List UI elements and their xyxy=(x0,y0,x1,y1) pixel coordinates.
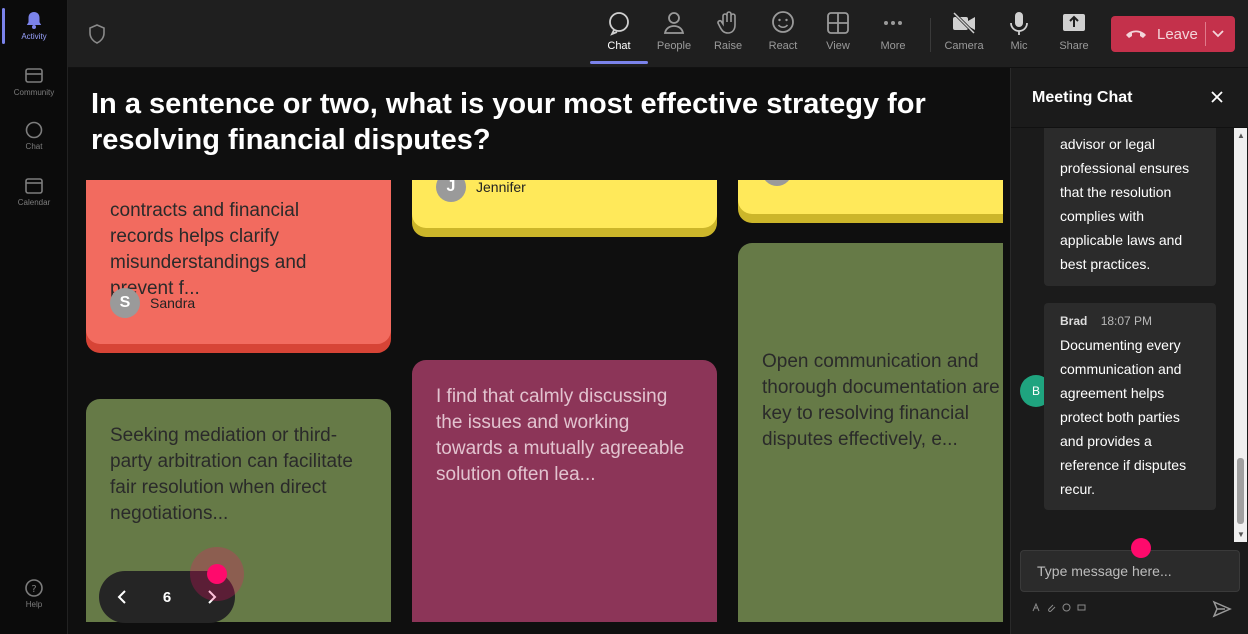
toolbar-chat-button[interactable]: Chat xyxy=(590,10,648,64)
raise-hand-icon xyxy=(717,11,736,34)
sticky-note[interactable]: contracts and financial records helps cl… xyxy=(86,180,391,344)
toolbar-mic-button[interactable]: Mic xyxy=(994,10,1044,52)
toolbar-label: People xyxy=(656,40,692,52)
rail-item-activity[interactable]: Activity xyxy=(0,10,68,41)
note-text: Open communication and thorough document… xyxy=(762,351,1000,450)
question-title: In a sentence or two, what is your most … xyxy=(91,88,926,156)
page-number: 6 xyxy=(162,588,172,606)
share-icon xyxy=(1063,14,1085,31)
avatar xyxy=(762,180,792,186)
toolbar-label: Chat xyxy=(607,40,631,52)
message-author: Brad xyxy=(1060,314,1088,328)
sticky-note[interactable]: Open communication and thorough document… xyxy=(738,243,1003,622)
rail-label: Chat xyxy=(25,142,43,151)
rail-label: Calendar xyxy=(17,198,51,207)
toolbar-raise-button[interactable]: Raise xyxy=(703,10,753,52)
react-smiley-icon xyxy=(772,11,794,33)
close-icon[interactable] xyxy=(1210,90,1224,104)
chat-messages[interactable]: advisor or legal professional ensures th… xyxy=(1011,128,1248,542)
leave-divider xyxy=(1205,22,1206,46)
calendar-icon xyxy=(25,178,43,194)
send-icon[interactable] xyxy=(1212,599,1232,619)
cursor-dot xyxy=(207,564,227,584)
avatar: S xyxy=(110,288,140,318)
note-text: Seeking mediation or third-party arbitra… xyxy=(110,425,353,524)
toolbar-label: View xyxy=(826,40,850,52)
leave-label: Leave xyxy=(1157,25,1198,43)
sticky-note[interactable]: I find that calmly discussing the issues… xyxy=(412,360,717,622)
toolbar-share-button[interactable]: Share xyxy=(1049,10,1099,52)
rail-label: Help xyxy=(25,600,43,609)
sticky-note[interactable] xyxy=(738,180,1003,214)
author-name: Sandra xyxy=(150,295,196,311)
toolbar-view-button[interactable]: View xyxy=(813,10,863,52)
toolbar-label: More xyxy=(880,40,906,52)
toolbar-more-button[interactable]: More xyxy=(868,10,918,52)
chat-title: Meeting Chat xyxy=(1032,89,1133,106)
rail-label: Community xyxy=(13,88,55,97)
format-icon[interactable] xyxy=(1032,603,1041,612)
attach-icon[interactable] xyxy=(1047,603,1056,612)
help-icon: ? xyxy=(25,579,43,597)
message-text: Documenting every communication and agre… xyxy=(1060,337,1187,497)
people-icon xyxy=(663,12,685,34)
shield-icon[interactable] xyxy=(88,24,106,44)
compose-toolbar xyxy=(1032,603,1086,612)
rail-item-calendar[interactable]: Calendar xyxy=(0,176,68,207)
gif-icon[interactable] xyxy=(1077,603,1086,612)
note-text: contracts and financial records helps cl… xyxy=(110,200,307,299)
hang-up-icon xyxy=(1126,30,1146,38)
note-author: J Jennifer xyxy=(436,180,526,202)
view-grid-icon xyxy=(827,12,849,34)
rail-label: Activity xyxy=(21,32,47,41)
note-text: I find that calmly discussing the issues… xyxy=(436,386,685,485)
avatar: J xyxy=(436,180,466,202)
scroll-down-icon[interactable]: ▼ xyxy=(1237,530,1245,539)
toolbar-label: Mic xyxy=(1010,40,1028,52)
chat-message: advisor or legal professional ensures th… xyxy=(1044,128,1216,286)
leave-button[interactable]: Leave xyxy=(1111,16,1235,52)
message-meta: Brad 18:07 PM xyxy=(1060,313,1200,329)
message-time: 18:07 PM xyxy=(1100,314,1153,328)
rail-item-help[interactable]: ? Help xyxy=(0,578,68,609)
app-rail: Activity Community Chat Calendar ? Help xyxy=(0,0,68,634)
meeting-toolbar: Chat People Raise React View More Camera… xyxy=(68,0,1248,68)
toolbar-label: Raise xyxy=(713,40,743,52)
toolbar-divider xyxy=(930,18,931,52)
emoji-icon[interactable] xyxy=(1062,603,1071,612)
note-author xyxy=(762,180,802,186)
toolbar-people-button[interactable]: People xyxy=(649,10,699,52)
chat-message: Brad 18:07 PM Documenting every communic… xyxy=(1044,303,1216,510)
chevron-down-icon[interactable] xyxy=(1211,26,1225,40)
author-name: Jennifer xyxy=(476,180,526,195)
rail-item-community[interactable]: Community xyxy=(0,66,68,97)
toolbar-label: React xyxy=(768,40,798,52)
bell-icon xyxy=(26,12,42,29)
rail-item-chat[interactable]: Chat xyxy=(0,120,68,151)
chat-icon xyxy=(25,121,43,139)
toolbar-camera-button[interactable]: Camera xyxy=(939,10,989,52)
meeting-chat-panel: Meeting Chat advisor or legal profession… xyxy=(1010,68,1248,634)
chat-header: Meeting Chat xyxy=(1011,68,1248,128)
toolbar-label: Camera xyxy=(944,40,984,52)
message-text: advisor or legal professional ensures th… xyxy=(1060,136,1190,272)
camera-off-icon xyxy=(952,11,976,35)
svg-text:?: ? xyxy=(31,584,36,595)
community-icon xyxy=(25,68,43,83)
note-author: S Sandra xyxy=(110,288,195,318)
mic-icon xyxy=(1010,12,1028,35)
cursor-dot xyxy=(1131,538,1151,558)
chat-message-input[interactable] xyxy=(1020,550,1240,592)
toolbar-react-button[interactable]: React xyxy=(758,10,808,52)
chevron-left-icon[interactable] xyxy=(115,589,131,605)
scrollbar-thumb[interactable] xyxy=(1237,458,1244,524)
sticky-note[interactable]: J Jennifer xyxy=(412,180,717,228)
toolbar-label: Share xyxy=(1059,40,1089,52)
chat-bubble-icon xyxy=(609,12,629,36)
scroll-up-icon[interactable]: ▲ xyxy=(1237,131,1245,140)
more-dots-icon xyxy=(884,21,902,25)
chat-scrollbar[interactable]: ▲ ▼ xyxy=(1234,128,1247,542)
